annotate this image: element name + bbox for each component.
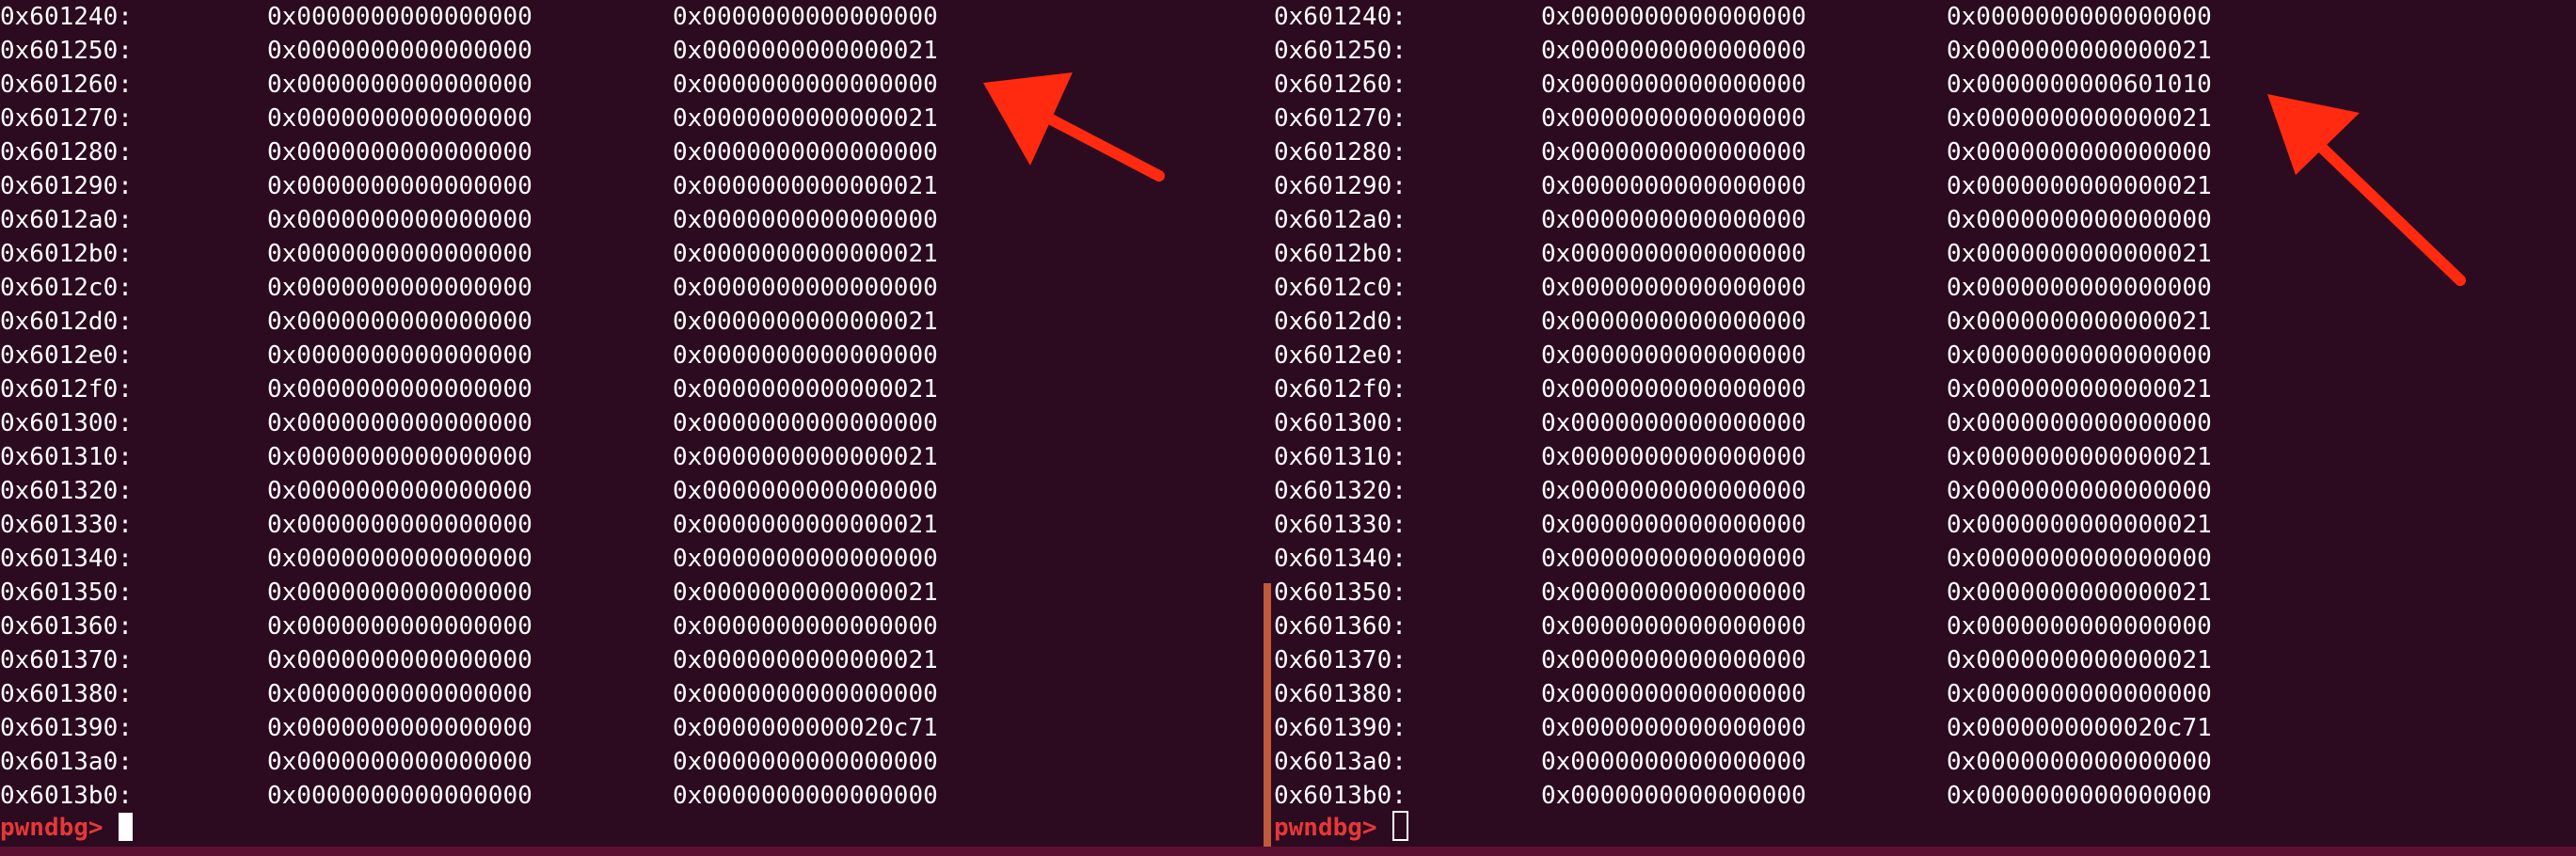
- annotation-arrows: [983, 72, 2466, 286]
- terminal-window: 0x601240: 0x0000000000000000 0x00000000000…: [0, 0, 2576, 856]
- left-arrow-icon: [983, 72, 1165, 182]
- right-arrow-icon: [2267, 94, 2466, 286]
